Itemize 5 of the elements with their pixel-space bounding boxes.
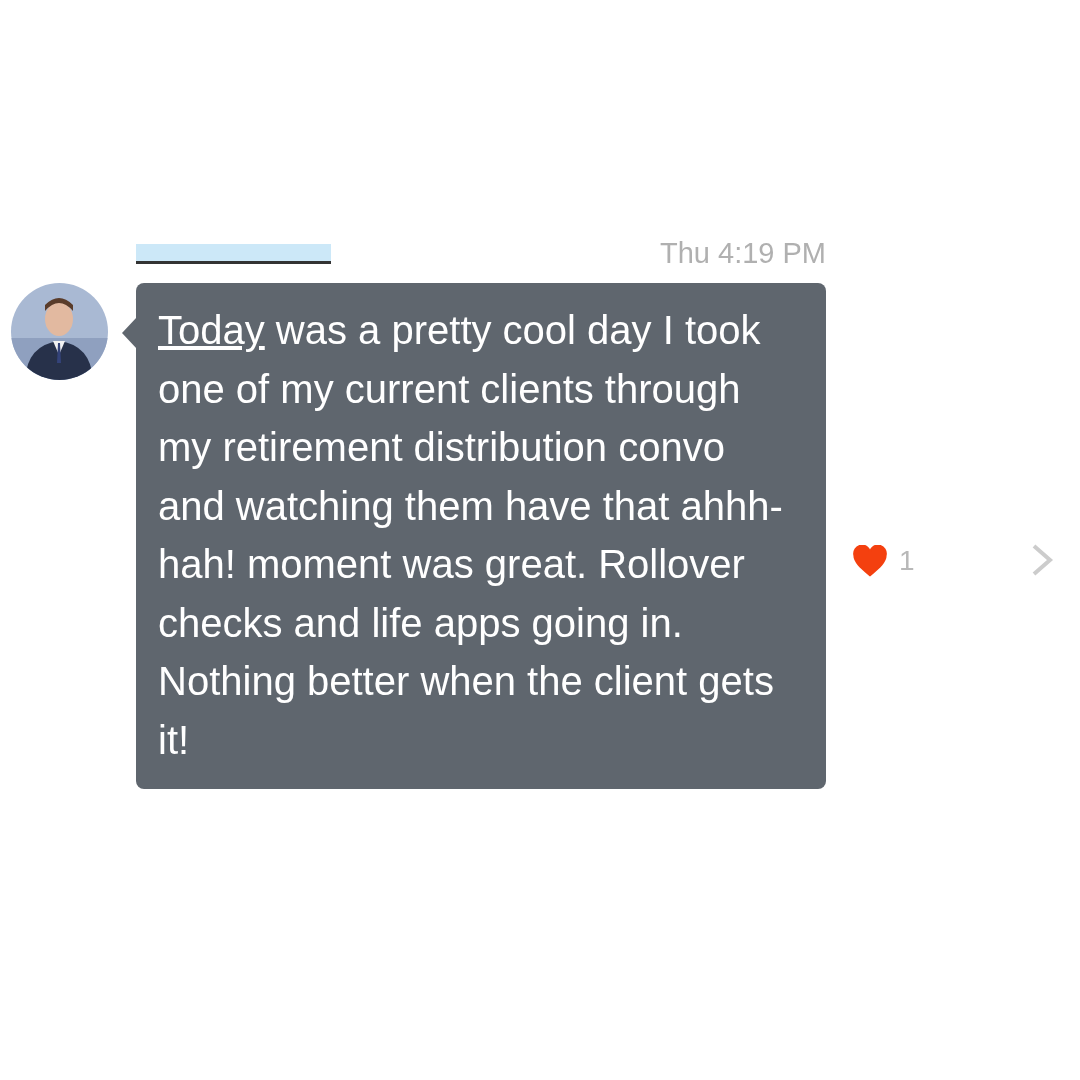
message-link[interactable]: Today (158, 308, 265, 352)
message-text: Today was a pretty cool day I took one of my current clients through my retirement distribution convo and watching them have that ahhh-hah! moment was great. Rollover checks and life apps going in. Nothing better when the client gets it! (158, 307, 784, 764)
heart-icon[interactable] (853, 545, 887, 577)
like-count: 1 (899, 544, 915, 578)
message-time: Thu 4:19 PM (659, 236, 826, 271)
